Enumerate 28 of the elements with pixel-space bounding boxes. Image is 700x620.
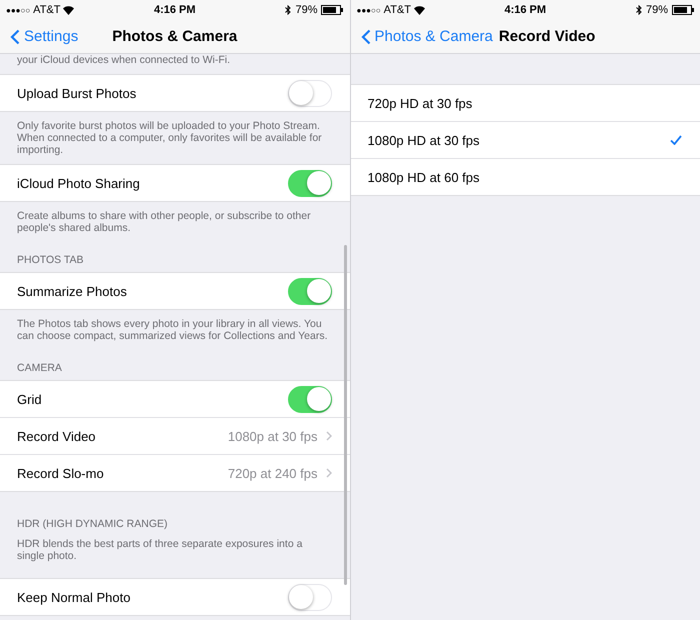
option-row[interactable]: 720p HD at 30 fps — [350, 85, 700, 121]
option-row[interactable]: 1080p HD at 30 fps — [350, 121, 700, 158]
signal-strength: ●●●○○ — [6, 6, 30, 14]
section-footer: Only favorite burst photos will be uploaded to your Photo Stream. When connected to a computer, only favorites will be available for importing. — [0, 112, 350, 164]
setting-label: Keep Normal Photo — [17, 590, 130, 604]
section-footer: Create albums to share with other people, or subscribe to other people's shared albums. — [0, 202, 350, 242]
setting-label: Upload Burst Photos — [17, 86, 136, 100]
option-row[interactable]: 1080p HD at 60 fps — [350, 158, 700, 195]
section-header: CAMERA — [16, 361, 63, 376]
status-time: 4:16 PM — [504, 4, 546, 16]
screen-title: Photos & Camera — [112, 28, 238, 45]
footer-note: your iCloud devices when connected to Wi-Fi. — [16, 54, 232, 68]
signal-strength: ●●●○○ — [356, 6, 381, 14]
battery-percentage: 79% — [295, 4, 318, 16]
setting-label: iCloud Photo Sharing — [17, 176, 140, 190]
back-button[interactable]: Photos & Camera — [350, 28, 493, 45]
section-header: PHOTOS TAB — [16, 253, 85, 268]
screen-title: Record Video — [498, 28, 596, 45]
setting-label: Grid — [17, 392, 42, 406]
carrier-name: AT&T — [33, 4, 60, 16]
status-time: 4:16 PM — [154, 4, 196, 16]
section-header: HDR (HIGH DYNAMIC RANGE) — [16, 517, 169, 532]
section-footer: The Photos tab shows every photo in your library in all views. You can choose compact, summarized views for Collections and Years. — [0, 310, 350, 350]
battery-percentage: 79% — [646, 4, 668, 16]
back-button[interactable]: Settings — [0, 28, 78, 45]
setting-label: Summarize Photos — [17, 284, 127, 298]
carrier-name: AT&T — [384, 4, 411, 16]
section-footer: HDR blends the best parts of three separate exposures into a single photo. — [0, 536, 350, 578]
